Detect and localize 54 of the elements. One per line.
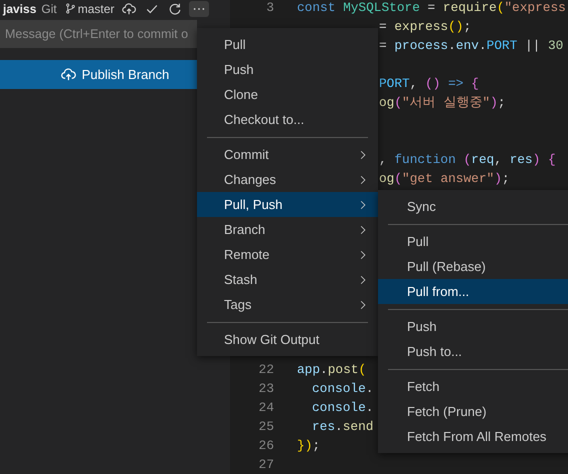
menu-item[interactable]: Stash [197,267,378,292]
code-line: og("서버 실행중"); [379,94,506,112]
commit-message-field[interactable]: Message (Ctrl+Enter to commit o [0,20,197,48]
menu-item[interactable]: Sync [378,194,568,219]
menu-item[interactable]: Changes [197,167,378,192]
chevron-right-icon [358,198,368,210]
menu-item[interactable]: Pull, Push [197,192,378,217]
refresh-icon[interactable] [168,2,182,16]
menu-item[interactable]: Push to... [378,339,568,364]
branch-button[interactable]: master [64,2,114,16]
code-line: = process.env.PORT || 30 [379,37,564,55]
menu-item[interactable]: Commit [197,142,378,167]
code-line: , function (req, res) { [379,151,556,169]
line-number: 3 [265,0,275,17]
code-line: = express(); [379,18,472,36]
code-line: console. [312,399,374,417]
line-number: 27 [258,456,275,474]
code-line: res.send [312,418,374,436]
chevron-right-icon [358,248,368,260]
provider-label: Git [41,2,57,16]
menu-item[interactable]: Fetch From All Remotes [378,424,568,449]
code-line: PORT, () => { [379,75,479,93]
line-number: 23 [258,380,275,398]
menu-item[interactable]: Remote [197,242,378,267]
menu-item[interactable]: Tags [197,292,378,317]
menu-item[interactable]: Pull (Rebase) [378,254,568,279]
line-number: 26 [258,437,275,455]
more-actions-button[interactable] [189,0,210,16]
code-line: app.post( [297,361,366,379]
menu-item[interactable]: Pull [378,229,568,254]
line-number: 24 [258,399,275,417]
chevron-right-icon [358,174,368,186]
chevron-right-icon [358,148,368,160]
cloud-upload-icon [60,67,76,82]
menu-item[interactable]: Fetch [378,374,568,399]
chevron-right-icon [358,274,368,286]
menu-item[interactable]: Branch [197,217,378,242]
code-line: console. [312,380,374,398]
code-line: }); [297,437,320,455]
branch-icon[interactable] [64,2,76,15]
chevron-right-icon [358,224,368,236]
menu-item[interactable]: Pull [197,32,378,57]
menu-item[interactable]: Fetch (Prune) [378,399,568,424]
menu-item[interactable]: Show Git Output [197,327,378,352]
menu-item[interactable]: Checkout to... [197,107,378,132]
line-number: 22 [258,361,275,379]
code-line: const MySQLStore = require("express [297,0,566,17]
line-number: 25 [258,418,275,436]
code-line: og("get answer"); [379,170,510,188]
chevron-right-icon [358,298,368,310]
menu-item[interactable]: Push [378,314,568,339]
repository-title: javiss [3,2,36,16]
cloud-upload-icon[interactable] [122,2,136,16]
menu-item[interactable]: Pull from... [378,279,568,304]
